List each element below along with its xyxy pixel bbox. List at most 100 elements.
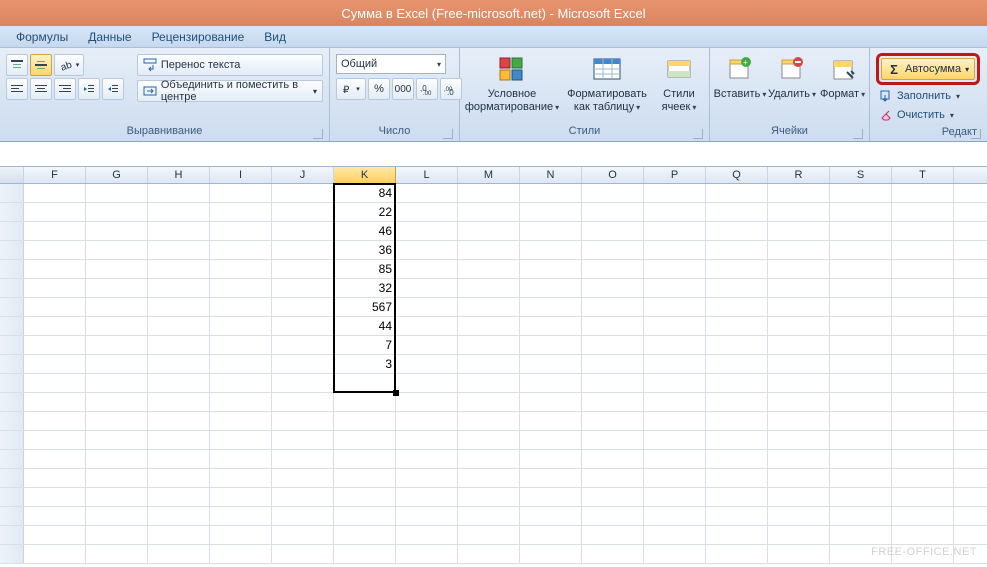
cell[interactable] bbox=[210, 469, 272, 487]
cell[interactable] bbox=[644, 545, 706, 563]
fill-button[interactable]: Заполнить bbox=[876, 88, 963, 104]
cell[interactable] bbox=[644, 241, 706, 259]
cell[interactable] bbox=[520, 412, 582, 430]
cell[interactable] bbox=[644, 374, 706, 392]
cell[interactable] bbox=[396, 488, 458, 506]
cell[interactable] bbox=[582, 355, 644, 373]
format-as-table-button[interactable]: Форматировать как таблицу bbox=[560, 50, 654, 117]
cell[interactable] bbox=[458, 355, 520, 373]
cell[interactable] bbox=[768, 393, 830, 411]
cell[interactable] bbox=[86, 507, 148, 525]
row-header[interactable] bbox=[0, 545, 24, 563]
cell[interactable] bbox=[210, 488, 272, 506]
cell[interactable] bbox=[520, 488, 582, 506]
cell[interactable] bbox=[86, 545, 148, 563]
cell[interactable] bbox=[272, 526, 334, 544]
increase-indent-button[interactable] bbox=[102, 78, 124, 100]
cell[interactable] bbox=[458, 469, 520, 487]
cell[interactable] bbox=[520, 507, 582, 525]
cell[interactable] bbox=[644, 260, 706, 278]
cell[interactable] bbox=[86, 374, 148, 392]
cell[interactable] bbox=[768, 488, 830, 506]
cell[interactable] bbox=[210, 507, 272, 525]
cell[interactable] bbox=[334, 412, 396, 430]
cell[interactable] bbox=[458, 526, 520, 544]
cell[interactable] bbox=[458, 488, 520, 506]
cell[interactable] bbox=[86, 450, 148, 468]
cell[interactable] bbox=[768, 298, 830, 316]
cell[interactable] bbox=[520, 355, 582, 373]
cell[interactable] bbox=[768, 507, 830, 525]
cell[interactable] bbox=[706, 355, 768, 373]
cell[interactable] bbox=[892, 450, 954, 468]
cell[interactable] bbox=[24, 431, 86, 449]
cell[interactable] bbox=[210, 184, 272, 202]
cell[interactable] bbox=[644, 317, 706, 335]
row-header[interactable] bbox=[0, 222, 24, 240]
cell[interactable] bbox=[210, 393, 272, 411]
cell[interactable] bbox=[272, 336, 334, 354]
column-header-F[interactable]: F bbox=[24, 167, 86, 183]
cell[interactable]: 32 bbox=[334, 279, 396, 297]
cell[interactable] bbox=[148, 355, 210, 373]
row-header[interactable] bbox=[0, 469, 24, 487]
cell[interactable] bbox=[272, 222, 334, 240]
row-header[interactable] bbox=[0, 507, 24, 525]
cell[interactable] bbox=[396, 222, 458, 240]
cell[interactable] bbox=[520, 203, 582, 221]
cell[interactable] bbox=[520, 241, 582, 259]
cell[interactable] bbox=[148, 298, 210, 316]
cell[interactable] bbox=[644, 431, 706, 449]
cell[interactable] bbox=[458, 393, 520, 411]
cell[interactable] bbox=[396, 203, 458, 221]
cell[interactable] bbox=[396, 298, 458, 316]
cell[interactable] bbox=[272, 184, 334, 202]
cell[interactable] bbox=[86, 355, 148, 373]
cell[interactable] bbox=[210, 412, 272, 430]
cell[interactable] bbox=[272, 279, 334, 297]
cell[interactable] bbox=[334, 469, 396, 487]
cell[interactable] bbox=[210, 336, 272, 354]
cell[interactable] bbox=[458, 507, 520, 525]
cell[interactable]: 44 bbox=[334, 317, 396, 335]
column-header-N[interactable]: N bbox=[520, 167, 582, 183]
cell[interactable] bbox=[706, 507, 768, 525]
cell[interactable] bbox=[148, 184, 210, 202]
cell[interactable] bbox=[334, 507, 396, 525]
cell[interactable] bbox=[396, 545, 458, 563]
cell[interactable] bbox=[892, 203, 954, 221]
delete-cells-button[interactable]: Удалить bbox=[766, 50, 818, 105]
cell[interactable] bbox=[830, 412, 892, 430]
cell[interactable]: 567 bbox=[334, 298, 396, 316]
cell[interactable] bbox=[24, 526, 86, 544]
cell[interactable] bbox=[892, 298, 954, 316]
cell[interactable] bbox=[768, 355, 830, 373]
cell[interactable] bbox=[272, 317, 334, 335]
increase-decimal-button[interactable]: ,0,00 bbox=[416, 78, 438, 100]
column-header-K[interactable]: K bbox=[334, 167, 396, 183]
cell[interactable] bbox=[458, 450, 520, 468]
cell[interactable] bbox=[272, 260, 334, 278]
cell[interactable] bbox=[520, 469, 582, 487]
cell[interactable] bbox=[86, 336, 148, 354]
cell[interactable] bbox=[582, 412, 644, 430]
column-header-T[interactable]: T bbox=[892, 167, 954, 183]
cell[interactable] bbox=[396, 526, 458, 544]
cell[interactable] bbox=[706, 203, 768, 221]
cell[interactable] bbox=[830, 393, 892, 411]
cell[interactable] bbox=[768, 545, 830, 563]
number-format-combo[interactable]: Общий ▾ bbox=[336, 54, 446, 74]
tab-view[interactable]: Вид bbox=[254, 27, 296, 47]
cell[interactable] bbox=[396, 374, 458, 392]
cell[interactable] bbox=[520, 431, 582, 449]
cell[interactable] bbox=[24, 279, 86, 297]
cell[interactable] bbox=[706, 260, 768, 278]
cell[interactable] bbox=[768, 203, 830, 221]
cell[interactable] bbox=[768, 412, 830, 430]
cell[interactable] bbox=[148, 374, 210, 392]
cell[interactable] bbox=[396, 412, 458, 430]
cell[interactable] bbox=[520, 545, 582, 563]
cell[interactable] bbox=[830, 450, 892, 468]
format-cells-button[interactable]: Формат bbox=[818, 50, 867, 105]
cell[interactable] bbox=[830, 203, 892, 221]
